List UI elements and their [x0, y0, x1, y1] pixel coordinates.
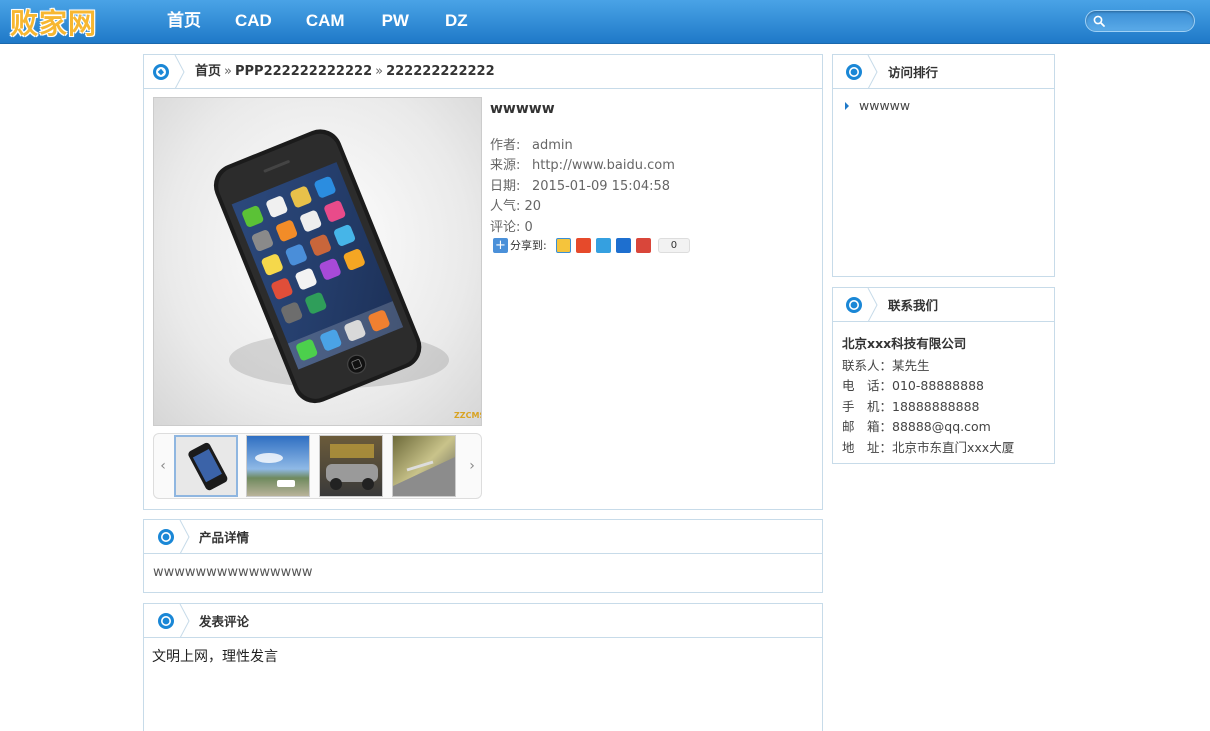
thumb-prev-button[interactable]: ‹: [154, 434, 172, 498]
thumbnail[interactable]: [392, 435, 456, 497]
product-detail-panel: 产品详情 wwwwwwwwwwwwwww: [143, 519, 823, 593]
panel-title: 访问排行: [888, 65, 939, 80]
panel-header: 产品详情: [144, 520, 822, 554]
contact-email: 邮 箱：88888@qq.com: [842, 419, 991, 434]
chevron-right-icon: [174, 55, 185, 89]
contact-address: 地 址：北京市东直门xxx大厦: [842, 440, 1015, 455]
meta-source: 来源: http://www.baidu.com: [490, 158, 675, 173]
comment-notice: 文明上网，理性发言: [152, 649, 278, 665]
breadcrumb-current[interactable]: 222222222222: [386, 64, 495, 79]
product-panel: 首页» PPP222222222222» 222222222222 ZZCM ‹…: [143, 54, 823, 510]
nav-item-pw[interactable]: PW: [362, 0, 429, 44]
site-logo[interactable]: 败家网: [10, 2, 97, 42]
chevron-right-icon: [179, 520, 190, 554]
thumbnail[interactable]: [246, 435, 310, 497]
aperture-icon: [158, 613, 174, 629]
nav-item-home[interactable]: 首页: [150, 0, 218, 44]
company-name: 北京xxx科技有限公司: [842, 336, 967, 351]
chevron-right-icon: [179, 604, 190, 638]
chevron-right-icon: [867, 288, 878, 322]
aperture-icon: [846, 64, 862, 80]
nav-item-cad[interactable]: CAD: [218, 0, 289, 44]
panel-header: 发表评论: [144, 604, 822, 638]
aperture-icon: [158, 529, 174, 545]
share-plus-icon[interactable]: +: [493, 237, 508, 253]
breadcrumb-home[interactable]: 首页: [195, 64, 221, 79]
search-input[interactable]: [1085, 10, 1195, 32]
tencent-icon[interactable]: [595, 237, 611, 253]
contact-person: 联系人：某先生: [842, 358, 930, 373]
contact-panel: 联系我们 北京xxx科技有限公司 联系人：某先生 电 话：010-8888888…: [832, 287, 1055, 464]
triangle-bullet-icon: [845, 102, 849, 110]
nav-item-dz[interactable]: DZ: [429, 0, 484, 44]
panel-title: 发表评论: [199, 614, 250, 629]
top-navbar: 败家网 首页 CAD CAM PW DZ: [0, 0, 1210, 44]
share-bar: + 分享到: 0: [493, 236, 691, 254]
renren-icon[interactable]: [615, 237, 631, 253]
thumb-next-button[interactable]: ›: [463, 434, 481, 498]
chevron-right-icon: [867, 55, 878, 89]
product-main-image[interactable]: ZZCMS: [153, 97, 482, 426]
qzone-icon[interactable]: [555, 237, 571, 253]
thumbnail-carousel: ‹ ›: [153, 433, 482, 499]
panel-title: 产品详情: [199, 530, 250, 545]
product-detail-text: wwwwwwwwwwwwwww: [153, 565, 313, 580]
image-watermark: ZZCMS: [454, 411, 482, 420]
thumbnail[interactable]: [174, 435, 238, 497]
breadcrumb-separator: »: [375, 64, 384, 79]
panel-header: 联系我们: [833, 288, 1054, 322]
meta-views: 人气: 20: [490, 199, 542, 214]
breadcrumb-bar: 首页» PPP222222222222» 222222222222: [144, 55, 822, 89]
aperture-icon: [153, 64, 169, 80]
breadcrumb-category[interactable]: PPP222222222222: [235, 64, 372, 79]
breadcrumb-separator: »: [224, 64, 232, 79]
ranking-item[interactable]: wwwww: [845, 98, 910, 113]
contact-phone: 电 话：010-88888888: [842, 378, 984, 393]
kaixin-icon[interactable]: [635, 237, 651, 253]
panel-header: 访问排行: [833, 55, 1054, 89]
phone-image: ZZCMS: [213, 129, 482, 420]
meta-comments: 评论: 0: [490, 220, 533, 235]
aperture-icon: [846, 297, 862, 313]
comment-panel: 发表评论 文明上网，理性发言: [143, 603, 823, 731]
contact-mobile: 手 机：18888888888: [842, 399, 980, 414]
panel-title: 联系我们: [888, 298, 939, 313]
share-label: 分享到:: [510, 239, 547, 252]
share-count: 0: [657, 237, 691, 253]
nav-item-cam[interactable]: CAM: [289, 0, 362, 44]
search-icon[interactable]: [1092, 14, 1106, 28]
breadcrumb: 首页» PPP222222222222» 222222222222: [195, 55, 495, 88]
meta-date: 日期: 2015-01-09 15:04:58: [490, 179, 671, 194]
product-title: wwwww: [490, 101, 555, 117]
ranking-panel: 访问排行 wwwww: [832, 54, 1055, 277]
meta-author: 作者: admin: [490, 138, 573, 153]
weibo-icon[interactable]: [575, 237, 591, 253]
main-nav: 首页 CAD CAM PW DZ: [150, 0, 484, 44]
thumbnail[interactable]: [319, 435, 383, 497]
